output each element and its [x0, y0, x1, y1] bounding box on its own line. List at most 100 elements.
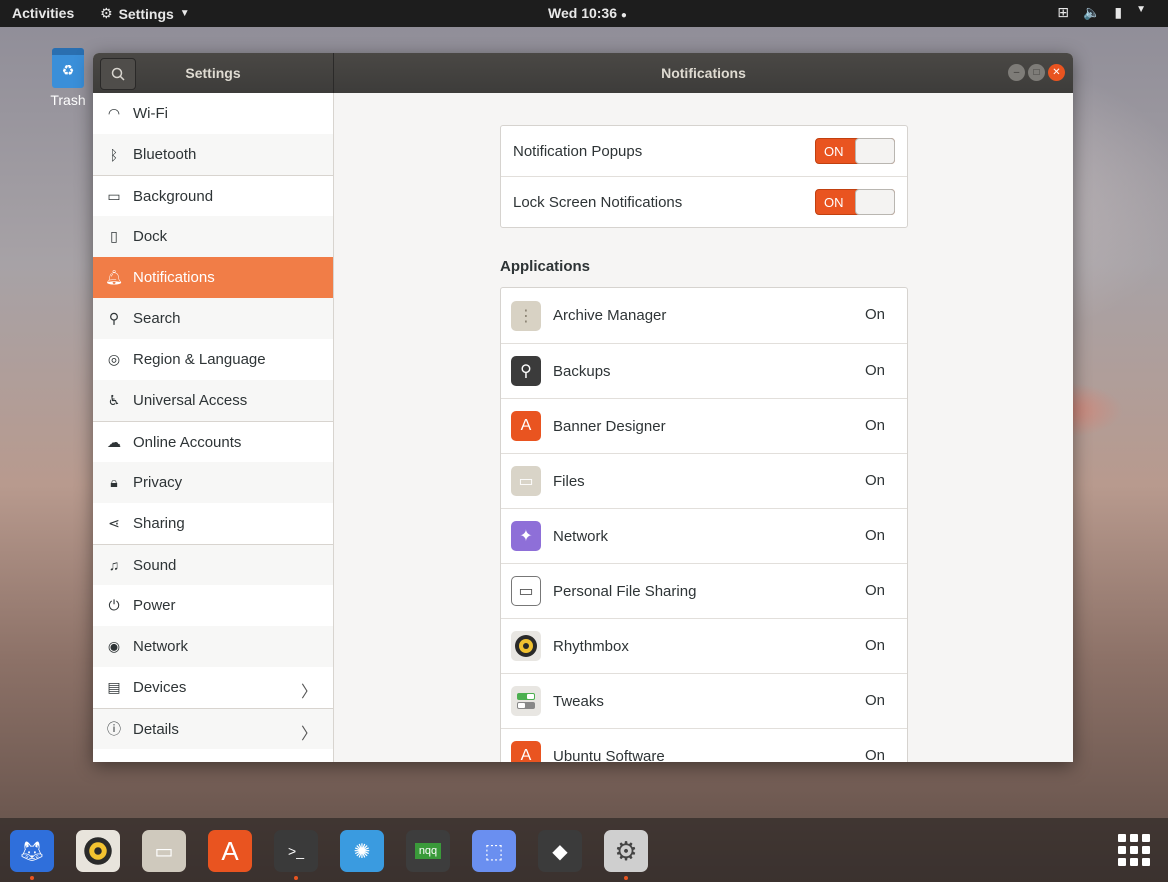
network-globe-icon: ◉ — [107, 638, 121, 654]
running-indicator — [30, 876, 34, 880]
terminal-icon[interactable]: >_ — [274, 830, 318, 872]
screenshot-icon[interactable]: ⬚ — [472, 830, 516, 872]
notification-popups-row[interactable]: Notification Popups ON — [501, 126, 907, 176]
power-icon: ⏻ — [108, 597, 120, 613]
list-item[interactable]: ✦ Network On — [501, 508, 907, 563]
sidebar-item-label: Background — [133, 187, 214, 205]
running-indicator — [294, 876, 298, 880]
app-state: On — [864, 472, 885, 489]
app-state: On — [864, 747, 885, 762]
list-item[interactable]: ⚲ Backups On — [501, 343, 907, 398]
sidebar-item-notifications[interactable]: 🔔︎ Notifications — [93, 257, 333, 298]
app-state: On — [864, 306, 885, 323]
switch-knob — [855, 138, 895, 164]
sidebar-item-wifi[interactable]: ◠ Wi-Fi — [93, 93, 333, 134]
app-name: Rhythmbox — [553, 637, 629, 655]
list-item[interactable]: ▭ Personal File Sharing On — [501, 563, 907, 618]
files-icon: ▭ — [511, 466, 541, 496]
app-name: Archive Manager — [553, 307, 667, 324]
switch-state: ON — [824, 144, 844, 159]
inkscape-icon[interactable]: ◆ — [538, 830, 582, 872]
clock[interactable]: Wed 10:36 ● — [548, 5, 627, 21]
chevron-right-icon: 〉 — [300, 684, 317, 701]
dock-icon: ▯ — [110, 228, 118, 244]
bluetooth-icon: ᛒ — [109, 146, 119, 163]
list-item[interactable]: ⋮ Archive Manager On — [501, 288, 907, 343]
lock-screen-notifications-row[interactable]: Lock Screen Notifications ON — [501, 176, 907, 227]
files-icon[interactable]: ▭ — [142, 830, 186, 872]
clock-label: Wed 10:36 — [548, 5, 617, 21]
cloud-icon: ☁ — [107, 433, 121, 450]
desktop-trash[interactable]: ♻ Trash — [46, 48, 90, 108]
app-name: Banner Designer — [553, 417, 666, 435]
sidebar-item-dock[interactable]: ▯ Dock — [93, 216, 333, 257]
grid-dot — [1118, 834, 1126, 842]
info-icon: ⓘ — [107, 721, 121, 737]
settings-window: Settings Notifications – □ ✕ ◠ Wi-Fi ᛒ Blu… — [93, 53, 1073, 762]
chevron-down-icon: ▼ — [179, 8, 190, 19]
sidebar-item-label: Online Accounts — [133, 433, 242, 451]
rhythmbox-icon[interactable] — [76, 830, 120, 872]
dock: 🦊︎ ▭ A >_ ✺ nqq ⬚ ◆ ⚙ — [0, 818, 1168, 882]
volume-icon: 🔈 — [1082, 4, 1101, 20]
sidebar-item-devices[interactable]: ▤ Devices 〉 — [93, 667, 333, 708]
system-tray[interactable]: ⊞ 🔈 ▮ ▼ — [1057, 4, 1146, 21]
sidebar-item-privacy[interactable]: 🔒︎ Privacy — [93, 462, 333, 503]
toggle-label: Notification Popups — [513, 142, 643, 160]
sidebar-item-universal-access[interactable]: ♿︎ Universal Access — [93, 380, 333, 421]
sidebar-item-label: Notifications — [133, 269, 215, 286]
list-item[interactable]: Tweaks On — [501, 673, 907, 728]
app-name: Files — [553, 472, 585, 490]
sidebar-item-label: Sound — [133, 556, 177, 574]
toggle-label: Lock Screen Notifications — [513, 193, 683, 211]
nqq-icon[interactable]: nqq — [406, 830, 450, 872]
running-indicator — [624, 876, 628, 880]
sidebar-item-bluetooth[interactable]: ᛒ Bluetooth — [93, 134, 333, 175]
sidebar: ◠ Wi-Fi ᛒ Bluetooth ▭ Background ▯ Dock 🔔︎ No… — [93, 93, 334, 762]
sidebar-item-network[interactable]: ◉ Network — [93, 626, 333, 667]
chevron-right-icon: 〉 — [300, 726, 317, 743]
sidebar-item-power[interactable]: ⏻ Power — [93, 585, 333, 626]
sidebar-item-search[interactable]: ⚲ Search — [93, 298, 333, 339]
sidebar-item-online-accounts[interactable]: ☁ Online Accounts — [93, 421, 333, 462]
trash-icon: ♻ — [52, 48, 84, 88]
grid-dot — [1142, 834, 1150, 842]
close-icon: ✕ — [1052, 67, 1061, 78]
shutter-icon[interactable]: ✺ — [340, 830, 384, 872]
lock-screen-notifications-switch[interactable]: ON — [815, 189, 895, 215]
sidebar-item-sound[interactable]: ♫ Sound — [93, 544, 333, 585]
list-item[interactable]: ▭ Files On — [501, 453, 907, 508]
firefox-icon[interactable]: 🦊︎ — [10, 830, 54, 872]
app-state: On — [864, 637, 885, 654]
sidebar-item-region-language[interactable]: ◎ Region & Language — [93, 339, 333, 380]
list-item[interactable]: A Banner Designer On — [501, 398, 907, 453]
grid-dot — [1130, 858, 1138, 866]
settings-icon[interactable]: ⚙ — [604, 830, 648, 872]
lock-icon: 🔒︎ — [110, 474, 118, 490]
sidebar-item-background[interactable]: ▭ Background — [93, 175, 333, 216]
notification-toggles-card: Notification Popups ON Lock Screen Notif… — [500, 125, 908, 228]
close-button[interactable]: ✕ — [1048, 64, 1065, 81]
archive-manager-icon: ⋮ — [511, 300, 541, 331]
rhythmbox-disc-icon — [84, 837, 112, 865]
notification-popups-switch[interactable]: ON — [815, 138, 895, 164]
window-controls: – □ ✕ — [1008, 64, 1065, 81]
backups-icon: ⚲ — [511, 356, 541, 386]
applications-list: ⋮ Archive Manager On ⚲ Backups On A Bann… — [500, 287, 908, 762]
network-icon: ⊞ — [1057, 4, 1069, 20]
show-applications-button[interactable] — [1118, 834, 1150, 866]
nqq-label: nqq — [414, 843, 442, 859]
ubuntu-software-icon[interactable]: A — [208, 830, 252, 872]
maximize-button[interactable]: □ — [1028, 64, 1045, 81]
app-state: On — [864, 527, 885, 544]
sidebar-item-label: Network — [133, 638, 189, 655]
activities-button[interactable]: Activities — [12, 5, 74, 21]
wifi-icon: ◠ — [107, 105, 121, 121]
sidebar-item-details[interactable]: ⓘ Details 〉 — [93, 708, 333, 749]
search-icon: ⚲ — [108, 310, 120, 326]
app-menu[interactable]: ⚙ Settings ▼ — [100, 5, 190, 22]
sidebar-item-sharing[interactable]: ⋖ Sharing — [93, 503, 333, 544]
list-item[interactable]: Rhythmbox On — [501, 618, 907, 673]
list-item[interactable]: A Ubuntu Software On — [501, 728, 907, 762]
minimize-button[interactable]: – — [1008, 64, 1025, 81]
